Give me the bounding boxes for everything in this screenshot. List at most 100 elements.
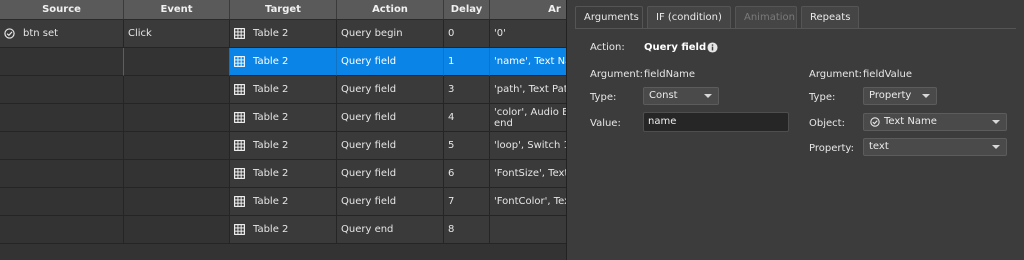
- cell-target[interactable]: Table 2: [230, 20, 337, 48]
- property-label: Property:: [809, 143, 854, 154]
- cell-event[interactable]: [124, 76, 230, 104]
- cell-source[interactable]: [0, 132, 124, 160]
- cell-target[interactable]: Table 2: [230, 48, 337, 76]
- cell-delay[interactable]: 8: [444, 216, 490, 244]
- table-empty-area: [0, 244, 566, 260]
- cell-target[interactable]: Table 2: [230, 104, 337, 132]
- cell-delay[interactable]: 0: [444, 20, 490, 48]
- left-type-dropdown[interactable]: Const: [643, 87, 719, 105]
- tab-if-condition[interactable]: IF (condition): [647, 6, 731, 28]
- cell-action-text: Query field: [341, 84, 397, 95]
- table-grid-icon: [234, 168, 245, 179]
- table-row[interactable]: Table 2 Query end 8: [0, 216, 566, 244]
- cell-delay-text: 5: [448, 140, 455, 151]
- cell-event[interactable]: Click: [124, 20, 230, 48]
- column-header-event[interactable]: Event: [124, 0, 230, 19]
- column-header-source[interactable]: Source: [0, 0, 124, 19]
- cell-target[interactable]: Table 2: [230, 160, 337, 188]
- cell-source[interactable]: [0, 160, 124, 188]
- cell-action[interactable]: Query field: [337, 104, 444, 132]
- cell-target[interactable]: Table 2: [230, 216, 337, 244]
- cell-arguments-text: 'FontColor', Tex: [494, 196, 566, 207]
- cell-arguments[interactable]: '0': [490, 20, 566, 48]
- cell-target[interactable]: Table 2: [230, 76, 337, 104]
- cell-source[interactable]: [0, 48, 124, 76]
- cell-event[interactable]: [124, 132, 230, 160]
- cell-event[interactable]: [124, 48, 230, 76]
- left-argument-value: fieldName: [644, 69, 696, 80]
- cell-delay[interactable]: 5: [444, 132, 490, 160]
- table-grid-icon: [234, 28, 245, 39]
- cell-arguments[interactable]: [490, 216, 566, 244]
- table-row[interactable]: Table 2 Query field 3 'path', Text Path: [0, 76, 566, 104]
- tab-repeats[interactable]: Repeats: [801, 6, 859, 28]
- cell-source[interactable]: [0, 188, 124, 216]
- cell-target-text: Table 2: [253, 224, 289, 235]
- cell-arguments[interactable]: 'name', Text Na: [490, 48, 566, 76]
- check-circle-icon: [870, 117, 880, 127]
- cell-action[interactable]: Query begin: [337, 20, 444, 48]
- table-row[interactable]: Table 2 Query field 4 'color', Audio Eend: [0, 104, 566, 132]
- cell-arguments-text: 'loop', Switch 1: [494, 140, 566, 151]
- cell-arguments[interactable]: 'FontColor', Tex: [490, 188, 566, 216]
- cell-delay-text: 1: [448, 56, 455, 67]
- cell-action[interactable]: Query field: [337, 48, 444, 76]
- cell-delay[interactable]: 4: [444, 104, 490, 132]
- cell-source[interactable]: [0, 216, 124, 244]
- property-dropdown[interactable]: text: [863, 138, 1007, 156]
- cell-action-text: Query end: [341, 224, 394, 235]
- table-row[interactable]: Table 2 Query field 7 'FontColor', Tex: [0, 188, 566, 216]
- cell-action[interactable]: Query field: [337, 76, 444, 104]
- cell-event[interactable]: [124, 160, 230, 188]
- right-type-value: Property: [869, 90, 912, 101]
- table-row[interactable]: Table 2 Query field 1 'name', Text Na: [0, 48, 566, 76]
- right-type-dropdown[interactable]: Property: [863, 87, 937, 105]
- cell-arguments-text: '0': [494, 28, 506, 39]
- cell-target[interactable]: Table 2: [230, 188, 337, 216]
- cell-arguments[interactable]: 'loop', Switch 1: [490, 132, 566, 160]
- table-row[interactable]: btn set Click Table 2 Query begin 0 '0': [0, 20, 566, 48]
- cell-action-text: Query begin: [341, 28, 403, 39]
- cell-action-text: Query field: [341, 196, 397, 207]
- cell-arguments-text-line2: end: [494, 118, 513, 129]
- cell-arguments[interactable]: 'color', Audio Eend: [490, 104, 566, 132]
- table-row[interactable]: Table 2 Query field 5 'loop', Switch 1: [0, 132, 566, 160]
- cell-action[interactable]: Query field: [337, 188, 444, 216]
- left-type-label: Type:: [590, 92, 617, 103]
- cell-source[interactable]: btn set: [0, 20, 124, 48]
- object-dropdown[interactable]: Text Name: [863, 113, 1007, 131]
- cell-target[interactable]: Table 2: [230, 132, 337, 160]
- right-argument-value: fieldValue: [863, 69, 913, 80]
- object-value: Text Name: [884, 116, 937, 127]
- cell-event[interactable]: [124, 188, 230, 216]
- cell-action[interactable]: Query field: [337, 132, 444, 160]
- cell-arguments[interactable]: 'path', Text Path: [490, 76, 566, 104]
- tab-arguments[interactable]: Arguments: [575, 6, 643, 28]
- cell-event[interactable]: [124, 104, 230, 132]
- cell-event[interactable]: [124, 216, 230, 244]
- table-row[interactable]: Table 2 Query field 6 'FontSize', Text: [0, 160, 566, 188]
- cell-source[interactable]: [0, 76, 124, 104]
- actions-table: Source Event Target Action Delay Ar btn …: [0, 0, 566, 260]
- cell-delay[interactable]: 1: [444, 48, 490, 76]
- cell-target-text: Table 2: [253, 196, 289, 207]
- column-header-delay[interactable]: Delay: [444, 0, 490, 19]
- cell-delay[interactable]: 6: [444, 160, 490, 188]
- cell-action[interactable]: Query end: [337, 216, 444, 244]
- cell-delay[interactable]: 3: [444, 76, 490, 104]
- column-header-arguments[interactable]: Ar: [490, 0, 566, 19]
- cell-action[interactable]: Query field: [337, 160, 444, 188]
- cell-delay[interactable]: 7: [444, 188, 490, 216]
- cell-target-text: Table 2: [253, 84, 289, 95]
- cell-action-text: Query field: [341, 56, 397, 67]
- left-type-value: Const: [649, 90, 678, 101]
- table-grid-icon: [234, 224, 245, 235]
- value-input[interactable]: name: [643, 112, 789, 132]
- info-icon[interactable]: [707, 42, 718, 53]
- cell-arguments[interactable]: 'FontSize', Text: [490, 160, 566, 188]
- table-grid-icon: [234, 112, 245, 123]
- column-header-action[interactable]: Action: [337, 0, 444, 19]
- column-header-target[interactable]: Target: [230, 0, 337, 19]
- action-value: Query field: [644, 42, 707, 53]
- cell-source[interactable]: [0, 104, 124, 132]
